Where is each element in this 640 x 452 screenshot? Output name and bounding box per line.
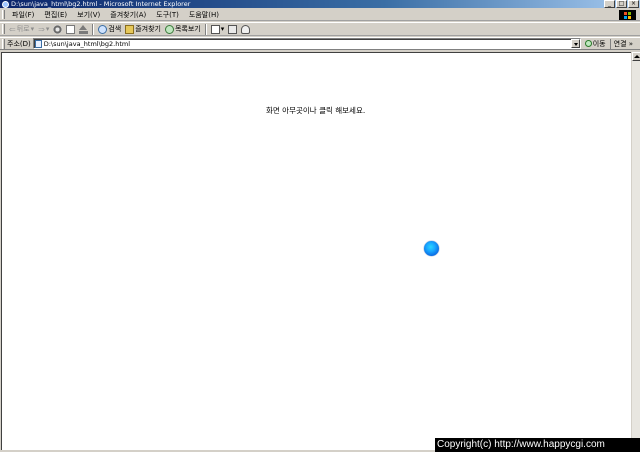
toolbar-separator <box>92 23 95 35</box>
forward-arrow-icon: ⇒ <box>38 24 45 34</box>
page-icon <box>34 39 42 48</box>
go-arrow-icon <box>584 40 592 47</box>
mail-button[interactable]: ▾ <box>209 24 227 34</box>
stop-icon <box>53 24 63 34</box>
toolbar-grip[interactable] <box>2 38 5 49</box>
window-controls: _ □ × <box>604 0 639 8</box>
search-button[interactable]: 검색 <box>96 24 123 34</box>
favorites-label: 즐겨찾기 <box>135 25 161 33</box>
links-button[interactable]: 연결 » <box>609 38 635 49</box>
user-icon <box>241 24 251 34</box>
refresh-button[interactable] <box>64 24 77 34</box>
address-input[interactable]: D:\sun\java_html\bg2.html <box>32 38 581 49</box>
menu-help[interactable]: 도움말(H) <box>184 9 224 21</box>
scroll-up-button[interactable] <box>632 52 640 61</box>
address-label: 주소(D) <box>7 39 31 48</box>
dropdown-arrow-icon: ▾ <box>30 25 35 33</box>
dropdown-arrow-icon: ▾ <box>220 25 225 33</box>
chevron-right-icon: » <box>628 39 634 48</box>
print-icon <box>228 24 238 34</box>
search-label: 검색 <box>108 25 122 33</box>
home-icon <box>79 24 89 34</box>
toolbar-grip[interactable] <box>2 24 5 34</box>
vertical-scrollbar[interactable] <box>631 52 640 451</box>
mail-icon <box>210 24 220 34</box>
history-label: 목록보기 <box>174 25 201 33</box>
copyright-banner: Copyright(c) http://www.happycgi.com <box>435 438 640 452</box>
history-icon <box>164 24 174 34</box>
menu-favorites[interactable]: 즐겨찾기(A) <box>105 9 151 21</box>
windows-logo-icon <box>619 10 636 20</box>
title-bar: D:\sun\java_html\bg2.html - Microsoft In… <box>0 0 640 8</box>
back-arrow-icon: ⇐ <box>9 24 16 34</box>
back-label: 뒤로 <box>16 25 30 33</box>
menu-edit[interactable]: 편집(E) <box>39 9 72 21</box>
window-title: D:\sun\java_html\bg2.html - Microsoft In… <box>11 0 191 8</box>
menu-tools[interactable]: 도구(T) <box>151 9 184 21</box>
menu-bar: 파일(F) 편집(E) 보기(V) 즐겨찾기(A) 도구(T) 도움말(H) <box>0 9 640 21</box>
refresh-icon <box>66 24 76 34</box>
menu-view[interactable]: 보기(V) <box>72 9 105 21</box>
page-content[interactable]: 화면 아무곳이나 클릭 해보세요. <box>1 52 631 450</box>
toolbar-grip[interactable] <box>2 10 5 19</box>
minimize-button[interactable]: _ <box>604 0 615 8</box>
links-label: 연결 <box>613 39 627 48</box>
page-message: 화면 아무곳이나 클릭 해보세요. <box>266 106 366 115</box>
favorites-icon <box>125 24 135 34</box>
address-bar: 주소(D) D:\sun\java_html\bg2.html 이동 연결 » <box>0 37 640 50</box>
blue-ball[interactable] <box>424 241 439 256</box>
menu-file[interactable]: 파일(F) <box>7 9 39 21</box>
back-button[interactable]: ⇐ 뒤로 ▾ <box>7 24 36 34</box>
close-button[interactable]: × <box>628 0 639 8</box>
toolbar-separator <box>204 23 207 35</box>
forward-button[interactable]: ⇒ ▾ <box>36 25 51 34</box>
ie-icon <box>2 0 9 8</box>
standard-toolbar: ⇐ 뒤로 ▾ ⇒ ▾ 검색 즐겨찾기 목록보기 ▾ <box>0 22 640 36</box>
address-value[interactable]: D:\sun\java_html\bg2.html <box>44 40 130 48</box>
go-label: 이동 <box>592 39 606 48</box>
maximize-button[interactable]: □ <box>616 0 627 8</box>
home-button[interactable] <box>77 24 90 34</box>
go-button[interactable]: 이동 <box>581 39 610 49</box>
print-button[interactable] <box>226 24 239 34</box>
history-button[interactable]: 목록보기 <box>163 24 203 34</box>
search-icon <box>98 24 108 34</box>
dropdown-arrow-icon: ▾ <box>45 25 50 33</box>
stop-button[interactable] <box>51 24 64 34</box>
address-dropdown-button[interactable] <box>570 39 580 48</box>
favorites-button[interactable]: 즐겨찾기 <box>123 24 163 34</box>
messenger-button[interactable] <box>239 24 252 34</box>
